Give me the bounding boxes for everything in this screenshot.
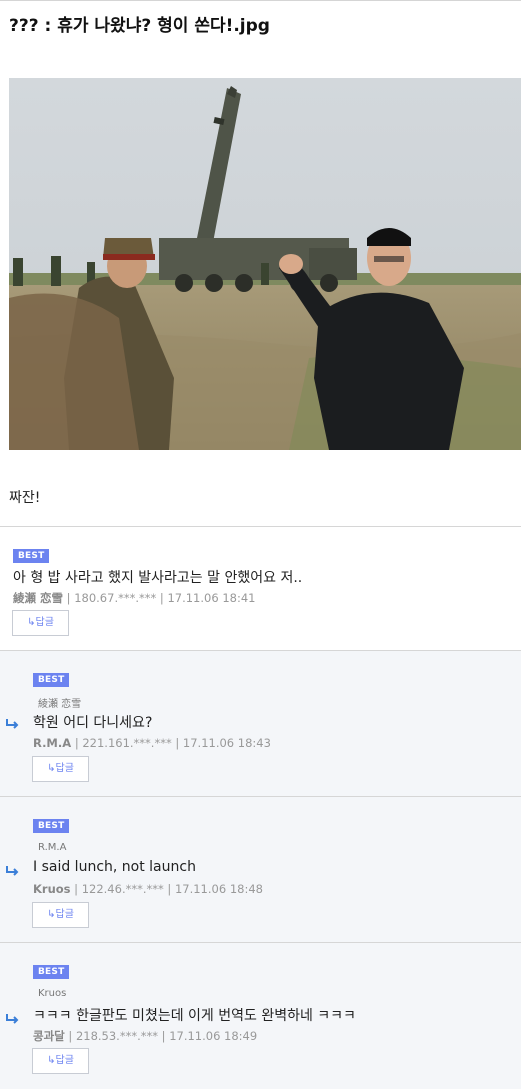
- reply-arrow-icon: [6, 1014, 19, 1024]
- post-body: 짜잔!: [9, 490, 41, 506]
- comment-ip: 122.46.***.***: [81, 882, 164, 896]
- separator: |: [161, 1029, 166, 1043]
- best-badge: BEST: [13, 549, 50, 563]
- separator: |: [68, 1029, 73, 1043]
- comment-reply-item: BEST R.M.A I said lunch, not launch Kruo…: [0, 796, 521, 942]
- comment-date: 17.11.06 18:43: [182, 736, 271, 750]
- comment-reply-item: BEST Kruos ㅋㅋㅋ 한글판도 미쳤는데 이게 번역도 완벽하네 ㅋㅋㅋ…: [0, 942, 521, 1089]
- separator: |: [74, 882, 79, 896]
- reply-button[interactable]: ↳답글: [32, 756, 89, 782]
- comment-date: 17.11.06 18:41: [167, 591, 256, 605]
- comment-date: 17.11.06 18:49: [169, 1029, 258, 1043]
- best-badge: BEST: [33, 819, 70, 833]
- reply-arrow-icon: [6, 719, 19, 729]
- comment-text: 학원 어디 다니세요?: [33, 715, 153, 731]
- separator: |: [175, 736, 180, 750]
- comment-text: ㅋㅋㅋ 한글판도 미쳤는데 이게 번역도 완벽하네 ㅋㅋㅋ: [33, 1008, 356, 1024]
- separator: |: [167, 882, 172, 896]
- reply-button[interactable]: ↳답글: [32, 1048, 89, 1074]
- comment-meta: 콩과달 | 218.53.***.*** | 17.11.06 18:49: [33, 1028, 257, 1044]
- comment-ip: 218.53.***.***: [75, 1029, 158, 1043]
- reply-arrow-icon: [6, 866, 19, 876]
- comment-meta: Kruos | 122.46.***.*** | 17.11.06 18:48: [33, 882, 263, 896]
- best-badge: BEST: [33, 673, 70, 687]
- comment-meta: R.M.A | 221.161.***.*** | 17.11.06 18:43: [33, 736, 271, 750]
- comment-author[interactable]: R.M.A: [33, 736, 71, 750]
- reply-button[interactable]: ↳답글: [32, 902, 89, 928]
- comment-author[interactable]: 綾瀬 恋雪: [13, 591, 63, 605]
- comment-text: 아 형 밥 사라고 했지 발사라고는 말 안했어요 저..: [13, 570, 303, 586]
- comment-author[interactable]: Kruos: [33, 882, 71, 896]
- reply-to-name: Kruos: [38, 988, 67, 999]
- separator: |: [74, 736, 79, 750]
- comment-author[interactable]: 콩과달: [33, 1029, 65, 1043]
- comment-ip: 180.67.***.***: [74, 591, 157, 605]
- comment-reply-item: BEST 綾瀬 恋雪 학원 어디 다니세요? R.M.A | 221.161.*…: [0, 650, 521, 796]
- comment-meta: 綾瀬 恋雪 | 180.67.***.*** | 17.11.06 18:41: [13, 590, 255, 606]
- reply-to-name: 綾瀬 恋雪: [38, 699, 82, 710]
- post-image: [9, 78, 521, 450]
- comment-item: BEST 아 형 밥 사라고 했지 발사라고는 말 안했어요 저.. 綾瀬 恋雪…: [0, 526, 521, 650]
- reply-button[interactable]: ↳답글: [12, 610, 69, 636]
- comment-ip: 221.161.***.***: [82, 736, 172, 750]
- best-badge: BEST: [33, 965, 70, 979]
- comment-text: I said lunch, not launch: [33, 859, 196, 875]
- comment-date: 17.11.06 18:48: [174, 882, 263, 896]
- post-title: ??? : 휴가 나왔냐? 형이 쏜다!.jpg: [9, 16, 270, 36]
- separator: |: [159, 591, 164, 605]
- reply-to-name: R.M.A: [38, 842, 67, 853]
- top-border: [0, 0, 521, 1]
- separator: |: [66, 591, 71, 605]
- post-image-drawing: [9, 78, 521, 450]
